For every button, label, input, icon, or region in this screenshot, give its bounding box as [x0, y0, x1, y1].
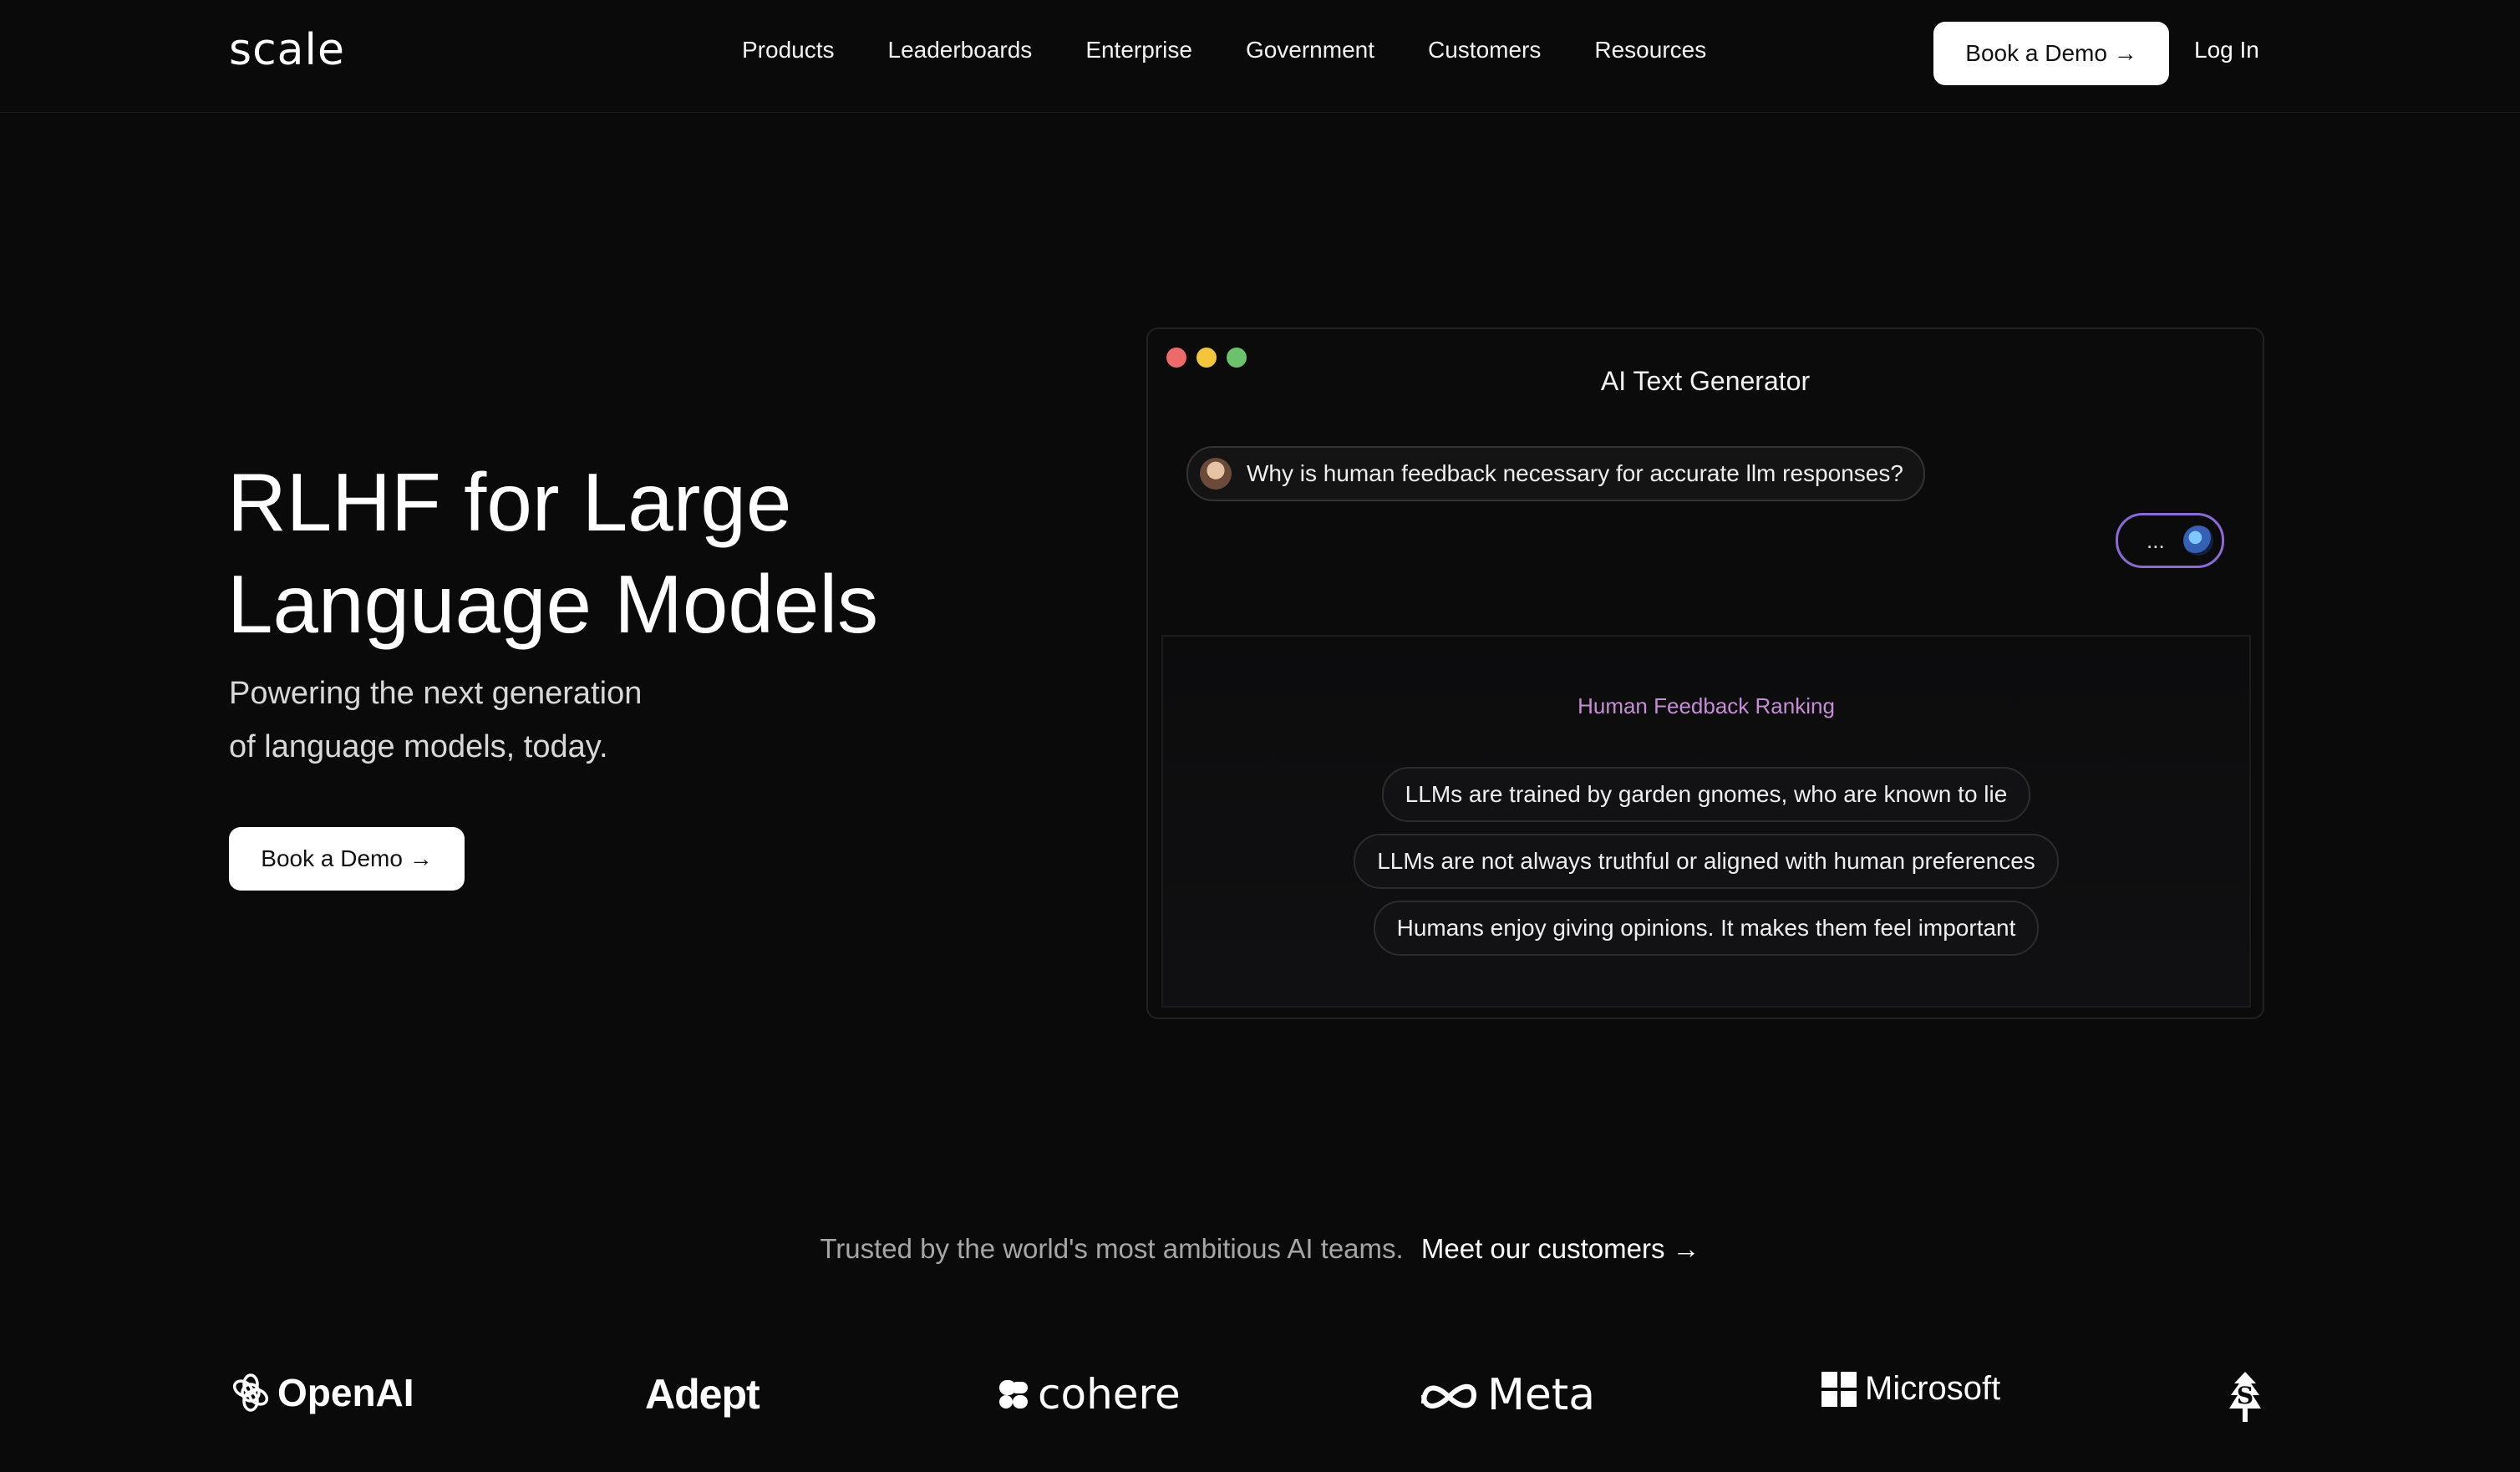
nav-leaderboards[interactable]: Leaderboards: [888, 37, 1033, 63]
hero-subtitle: Powering the next generation of language…: [229, 667, 814, 774]
window-maximize-dot: [1227, 348, 1247, 368]
trust-text: Trusted by the world's most ambitious AI…: [820, 1233, 1404, 1264]
user-prompt-text: Why is human feedback necessary for accu…: [1247, 460, 1903, 486]
typing-dots: ...: [2147, 527, 2165, 553]
adept-wordmark: Adept: [645, 1371, 760, 1418]
top-nav: scale Products Leaderboards Enterprise G…: [0, 0, 2520, 113]
microsoft-logo: Microsoft: [1821, 1370, 2000, 1408]
window-title: AI Text Generator: [1600, 366, 1811, 396]
hero-subtitle-line1: Powering the next generation: [229, 676, 643, 711]
scale-logo[interactable]: scale: [229, 25, 345, 75]
openai-wordmark: OpenAI: [277, 1371, 414, 1414]
stanford-letter: S: [2237, 1382, 2253, 1409]
ranking-option-1[interactable]: LLMs are trained by garden gnomes, who a…: [1381, 767, 2031, 822]
ai-text-generator-window: AI Text Generator Why is human feedback …: [1146, 327, 2264, 1019]
ai-avatar-icon: [2183, 525, 2213, 556]
nav-links: Products Leaderboards Enterprise Governm…: [742, 37, 1760, 63]
ranking-option-2[interactable]: LLMs are not always truthful or aligned …: [1354, 834, 2059, 889]
book-demo-button-nav[interactable]: Book a Demo →: [1933, 22, 2169, 85]
panel-title: Human Feedback Ranking: [1578, 693, 1835, 718]
cohere-icon: [999, 1380, 1028, 1409]
cohere-wordmark: cohere: [1038, 1370, 1181, 1419]
user-avatar: [1200, 458, 1232, 490]
hero-title: RLHF for Large Language Models: [227, 451, 979, 655]
window-minimize-dot: [1196, 348, 1217, 368]
cohere-logo: cohere: [999, 1370, 1181, 1419]
ai-typing-indicator: ...: [2116, 513, 2224, 568]
ranking-option-3[interactable]: Humans enjoy giving opinions. It makes t…: [1373, 901, 2040, 956]
meta-infinity-icon: [1421, 1383, 1477, 1409]
nav-products[interactable]: Products: [742, 37, 835, 63]
openai-icon: [232, 1373, 269, 1412]
stanford-tree-icon: S: [2229, 1372, 2261, 1422]
microsoft-windows-icon: [1821, 1371, 1857, 1407]
hero-title-line2: Language Models: [227, 558, 879, 650]
hero-title-line1: RLHF for Large: [227, 456, 792, 548]
adept-logo: Adept: [645, 1370, 760, 1419]
book-demo-button-hero[interactable]: Book a Demo →: [229, 827, 465, 891]
openai-logo: OpenAI: [229, 1370, 414, 1415]
nav-government[interactable]: Government: [1246, 37, 1374, 63]
window-close-dot: [1166, 348, 1186, 368]
stanford-logo: S: [2228, 1370, 2263, 1425]
trust-line: Trusted by the world's most ambitious AI…: [0, 1233, 2520, 1265]
nav-resources[interactable]: Resources: [1594, 37, 1706, 63]
ranking-options: LLMs are trained by garden gnomes, who a…: [1163, 767, 2249, 956]
meta-wordmark: Meta: [1487, 1370, 1596, 1420]
login-link[interactable]: Log In: [2194, 37, 2259, 63]
meta-logo: Meta: [1417, 1370, 1595, 1420]
meet-customers-link[interactable]: Meet our customers →: [1421, 1233, 1700, 1264]
feedback-ranking-panel: Human Feedback Ranking LLMs are trained …: [1161, 635, 2251, 1008]
nav-enterprise[interactable]: Enterprise: [1085, 37, 1192, 63]
user-prompt-bubble: Why is human feedback necessary for accu…: [1186, 446, 1925, 501]
microsoft-wordmark: Microsoft: [1865, 1370, 2001, 1407]
nav-customers[interactable]: Customers: [1428, 37, 1541, 63]
hero-subtitle-line2: of language models, today.: [229, 729, 608, 764]
